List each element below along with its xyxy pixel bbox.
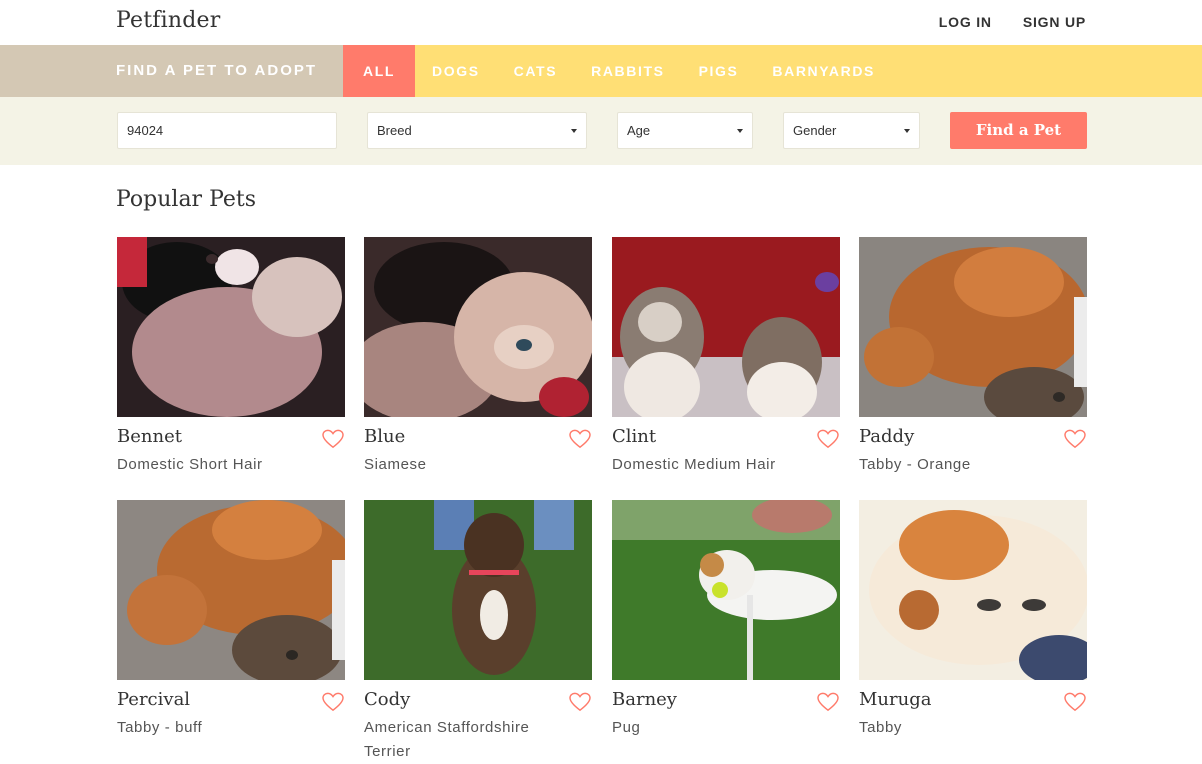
- zip-field[interactable]: [117, 112, 337, 149]
- pet-photo[interactable]: [364, 500, 592, 680]
- pet-card[interactable]: Cody American Staffordshire Terrier: [364, 500, 592, 760]
- pet-photo[interactable]: [117, 237, 345, 417]
- age-select[interactable]: Age: [617, 112, 753, 149]
- top-header: Petfinder LOG IN SIGN UP: [0, 0, 1202, 45]
- breed-select-value: Breed: [377, 123, 412, 138]
- heart-icon[interactable]: [322, 692, 344, 712]
- login-link[interactable]: LOG IN: [939, 14, 992, 30]
- pet-card[interactable]: Bennet Domestic Short Hair: [117, 237, 345, 473]
- tab-barnyards[interactable]: BARNYARDS: [755, 45, 892, 97]
- pet-card[interactable]: Paddy Tabby - Orange: [859, 237, 1087, 473]
- pet-breed: American Staffordshire Terrier: [364, 719, 530, 760]
- tab-dogs[interactable]: DOGS: [415, 45, 497, 97]
- adopt-banner: FIND A PET TO ADOPT: [0, 45, 343, 97]
- pet-name[interactable]: Cody: [364, 689, 410, 710]
- pet-name[interactable]: Muruga: [859, 689, 931, 710]
- auth-links: LOG IN SIGN UP: [939, 14, 1086, 30]
- tab-rabbits[interactable]: RABBITS: [574, 45, 681, 97]
- tab-cats[interactable]: CATS: [497, 45, 574, 97]
- pet-breed: Domestic Short Hair: [117, 456, 263, 473]
- adopt-title: FIND A PET TO ADOPT: [116, 62, 318, 79]
- pet-breed: Tabby - Orange: [859, 456, 971, 473]
- search-bar: Breed Age Gender Find a Pet: [0, 97, 1202, 165]
- pet-breed: Pug: [612, 719, 641, 736]
- pet-card[interactable]: Clint Domestic Medium Hair: [612, 237, 840, 473]
- heart-icon[interactable]: [569, 429, 591, 449]
- pet-name[interactable]: Percival: [117, 689, 190, 710]
- pet-name[interactable]: Blue: [364, 426, 405, 447]
- heart-icon[interactable]: [322, 429, 344, 449]
- pet-photo[interactable]: [612, 237, 840, 417]
- chevron-down-icon: [904, 129, 910, 133]
- heart-icon[interactable]: [1064, 429, 1086, 449]
- pet-card[interactable]: Percival Tabby - buff: [117, 500, 345, 736]
- tab-all[interactable]: ALL: [343, 45, 416, 97]
- pet-photo[interactable]: [117, 500, 345, 680]
- heart-icon[interactable]: [1064, 692, 1086, 712]
- chevron-down-icon: [737, 129, 743, 133]
- pet-breed: Tabby - buff: [117, 719, 203, 736]
- find-pet-button[interactable]: Find a Pet: [950, 112, 1087, 149]
- heart-icon[interactable]: [817, 429, 839, 449]
- pet-photo[interactable]: [364, 237, 592, 417]
- tab-pigs[interactable]: PIGS: [682, 45, 756, 97]
- pet-name[interactable]: Paddy: [859, 426, 914, 447]
- chevron-down-icon: [571, 129, 577, 133]
- pet-card[interactable]: Barney Pug: [612, 500, 840, 736]
- age-select-value: Age: [627, 123, 651, 138]
- pet-card[interactable]: Muruga Tabby: [859, 500, 1087, 736]
- pet-photo[interactable]: [859, 237, 1087, 417]
- category-nav: FIND A PET TO ADOPT ALL DOGS CATS RABBIT…: [0, 45, 1202, 97]
- breed-select[interactable]: Breed: [367, 112, 587, 149]
- pet-name[interactable]: Bennet: [117, 426, 182, 447]
- pet-breed: Domestic Medium Hair: [612, 456, 776, 473]
- gender-select[interactable]: Gender: [783, 112, 920, 149]
- pet-name[interactable]: Barney: [612, 689, 677, 710]
- pet-breed: Tabby: [859, 719, 903, 736]
- pet-breed: Siamese: [364, 456, 427, 473]
- pet-card[interactable]: Blue Siamese: [364, 237, 592, 473]
- zip-input[interactable]: [127, 113, 336, 148]
- category-tabs: ALL DOGS CATS RABBITS PIGS BARNYARDS: [343, 45, 892, 97]
- site-logo[interactable]: Petfinder: [116, 8, 220, 33]
- heart-icon[interactable]: [817, 692, 839, 712]
- heart-icon[interactable]: [569, 692, 591, 712]
- pet-photo[interactable]: [612, 500, 840, 680]
- pet-name[interactable]: Clint: [612, 426, 656, 447]
- signup-link[interactable]: SIGN UP: [1023, 14, 1086, 30]
- popular-pets-title: Popular Pets: [116, 187, 257, 212]
- pet-photo[interactable]: [859, 500, 1087, 680]
- gender-select-value: Gender: [793, 123, 837, 138]
